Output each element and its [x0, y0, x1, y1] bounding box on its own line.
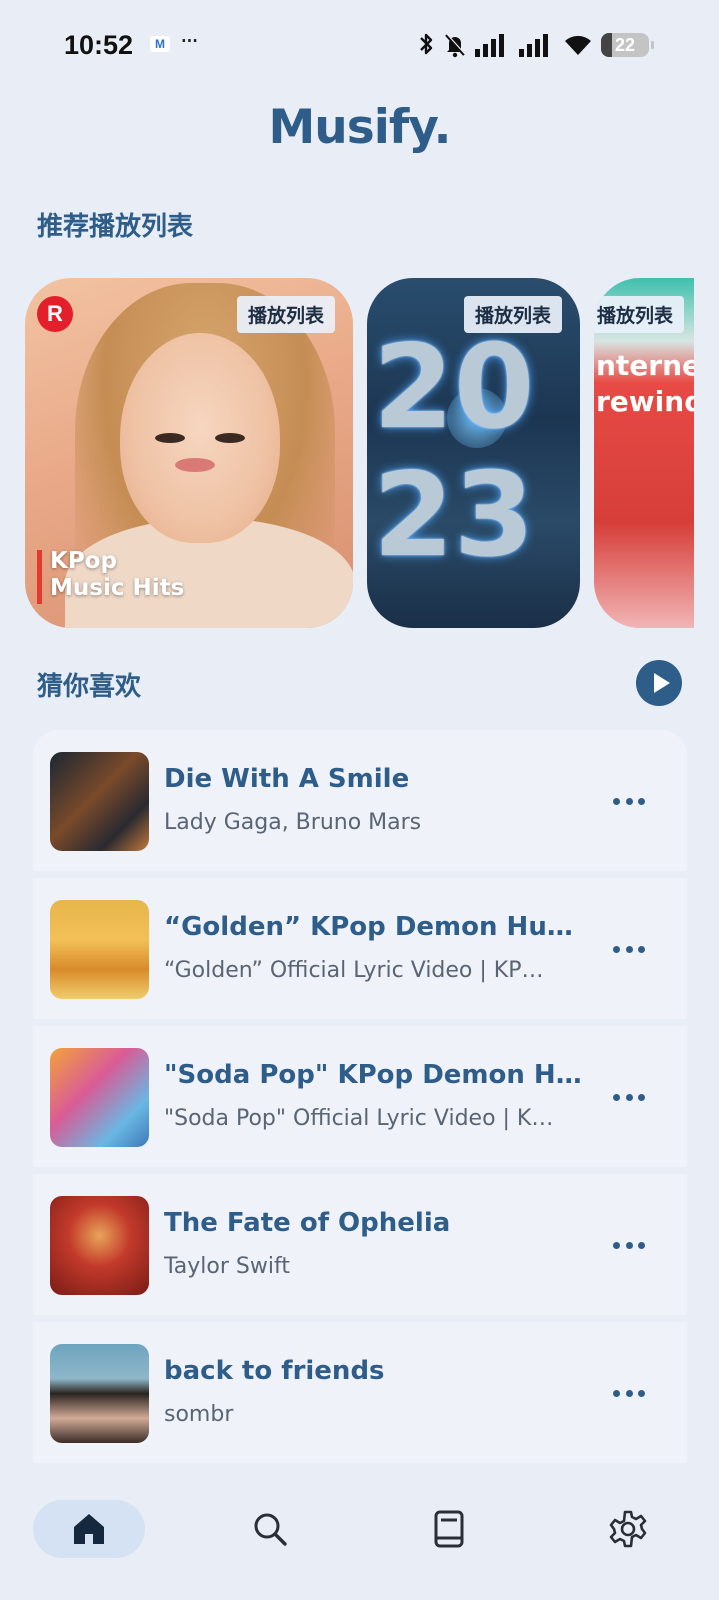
play-all-button[interactable] [636, 660, 682, 706]
battery-level: 22 [614, 35, 636, 55]
signal-1-icon [475, 34, 504, 57]
artwork-text-line: rewind [596, 385, 694, 418]
recommended-playlists-title: 推荐播放列表 [37, 212, 194, 242]
playlist-card-2023[interactable]: 20 23 播放列表 [367, 278, 580, 628]
signal-2-icon [519, 34, 548, 57]
song-thumbnail [50, 1344, 149, 1443]
song-title: “Golden” KPop Demon Hu… [164, 912, 573, 942]
playlist-badge: 播放列表 [463, 296, 562, 333]
artwork-text-line: nterne [596, 349, 694, 382]
playlist-card-internet-rewind[interactable]: nterne rewind 播放列表 [594, 278, 694, 628]
artwork-lips [175, 458, 215, 472]
playlist-name-line: KPop [50, 548, 117, 574]
gear-icon [609, 1510, 647, 1548]
artwork-face [120, 333, 280, 543]
artwork-text: nterne rewind [596, 348, 694, 420]
song-thumbnail [50, 752, 149, 851]
song-row[interactable]: back to friends sombr [33, 1322, 687, 1463]
song-artist: “Golden” Official Lyric Video | KP… [164, 958, 544, 983]
artwork-digits-bottom: 23 [373, 448, 535, 583]
status-bar: 10:52 M ··· 22 [0, 0, 719, 92]
song-row[interactable]: “Golden” KPop Demon Hu… “Golden” Officia… [33, 878, 687, 1019]
more-options-icon[interactable] [609, 1082, 649, 1112]
song-thumbnail [50, 1048, 149, 1147]
song-artist: sombr [164, 1402, 234, 1427]
song-row[interactable]: "Soda Pop" KPop Demon H… "Soda Pop" Offi… [33, 1026, 687, 1167]
status-time: 10:52 [64, 30, 134, 60]
guess-you-like-title: 猜你喜欢 [37, 672, 142, 702]
playlist-badge: 播放列表 [236, 296, 335, 333]
playlist-badge: 播放列表 [594, 296, 685, 333]
app-title: Musify. [268, 100, 452, 155]
more-options-icon[interactable] [609, 786, 649, 816]
playlist-name: KPop Music Hits [50, 548, 184, 602]
song-artist: Taylor Swift [164, 1254, 290, 1279]
battery-indicator: 22 [601, 33, 654, 57]
song-title: The Fate of Ophelia [164, 1208, 451, 1238]
artwork-eye [155, 433, 185, 443]
playlist-logo: R [37, 296, 73, 332]
search-icon [254, 1513, 287, 1546]
bluetooth-icon [420, 33, 433, 55]
song-row[interactable]: Die With A Smile Lady Gaga, Bruno Mars [33, 730, 687, 871]
more-notifications-icon: ··· [180, 27, 199, 55]
gmail-notification-icon: M [150, 36, 170, 52]
nav-library[interactable] [393, 1500, 505, 1558]
song-title: "Soda Pop" KPop Demon H… [164, 1060, 582, 1090]
nav-home[interactable] [33, 1500, 145, 1558]
nav-search[interactable] [214, 1500, 326, 1558]
artwork-digits-top: 20 [373, 320, 535, 455]
bell-muted-icon [445, 33, 466, 58]
battery-fill [601, 33, 612, 57]
more-options-icon[interactable] [609, 934, 649, 964]
nav-settings[interactable] [572, 1500, 684, 1558]
song-row[interactable]: The Fate of Ophelia Taylor Swift [33, 1174, 687, 1315]
song-artist: "Soda Pop" Official Lyric Video | K… [164, 1106, 554, 1131]
song-artist: Lady Gaga, Bruno Mars [164, 810, 422, 835]
title-accent-bar [37, 550, 42, 604]
song-title: Die With A Smile [164, 764, 410, 794]
song-thumbnail [50, 1196, 149, 1295]
playlist-card-kpop[interactable]: R 播放列表 KPop Music Hits [25, 278, 353, 628]
book-icon [434, 1510, 464, 1548]
artwork-eye [215, 433, 245, 443]
playlist-name-line: Music Hits [50, 575, 185, 601]
more-options-icon[interactable] [609, 1378, 649, 1408]
song-list: Die With A Smile Lady Gaga, Bruno Mars “… [33, 730, 687, 1470]
song-thumbnail [50, 900, 149, 999]
more-options-icon[interactable] [609, 1230, 649, 1260]
wifi-icon [565, 35, 591, 55]
home-icon [74, 1514, 104, 1544]
bottom-navigation [0, 1466, 719, 1586]
status-icons: 22 [417, 30, 654, 60]
song-title: back to friends [164, 1356, 385, 1386]
